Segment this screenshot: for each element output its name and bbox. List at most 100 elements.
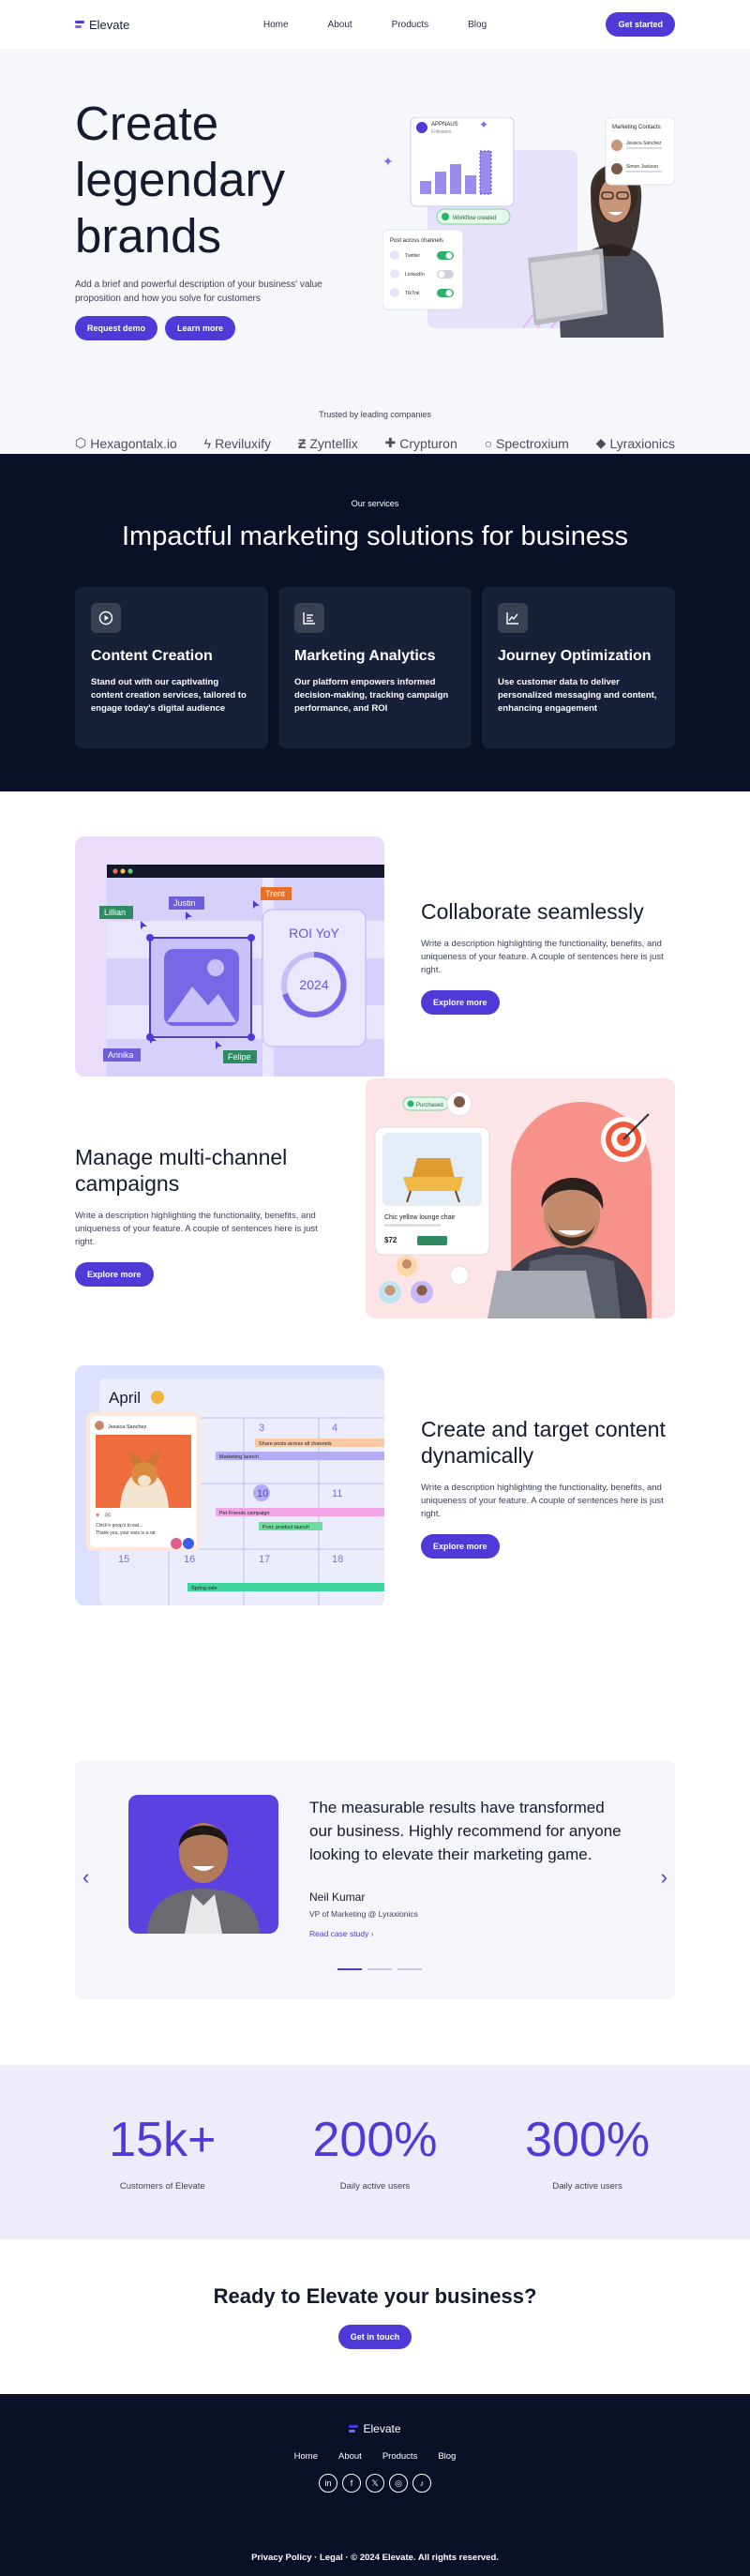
footer-link-products[interactable]: Products: [382, 2451, 418, 2462]
read-case-study-label: Read case study: [309, 1929, 369, 1938]
line-chart-icon: [498, 603, 528, 633]
footer-link-blog[interactable]: Blog: [438, 2451, 456, 2462]
product-name: Chic yellow lounge chair: [384, 1214, 456, 1221]
logo-spectroxium: ○ Spectroxium: [485, 435, 569, 451]
post-caption: Chick'n poop's to eat...: [96, 1523, 142, 1529]
testimonial-role: VP of Marketing @ Lyraxionics: [309, 1909, 418, 1919]
facebook-icon[interactable]: f: [342, 2474, 361, 2493]
feature-collaborate: ROI YoY 2024 Justin Trent Lillian Annika…: [0, 791, 750, 1078]
logo-hexagontalx: ⬡ Hexagontalx.io: [75, 435, 177, 451]
request-demo-button[interactable]: Request demo: [75, 316, 158, 340]
cta-section: Ready to Elevate your business? Get in t…: [0, 2239, 750, 2394]
chevron-right-small-icon: ›: [370, 1929, 374, 1938]
nav-link-products[interactable]: Products: [392, 20, 428, 30]
logo-zyntellix: Ƶ Zyntellix: [298, 435, 358, 451]
carousel-dot-1[interactable]: [338, 1968, 362, 1970]
tag-lillian: Lillian: [104, 908, 126, 917]
diamond-icon: ◆: [595, 435, 607, 450]
logo-zyntellix-text: Zyntellix: [309, 435, 358, 451]
feature-multichannel: Manage multi-channel campaigns Write a d…: [0, 1078, 750, 1365]
rocket-icon: [449, 1265, 470, 1286]
nav-link-about[interactable]: About: [328, 20, 352, 30]
service-card-title: Marketing Analytics: [294, 648, 436, 664]
purchased-label: Purchased: [416, 1103, 443, 1108]
channel-tiktok: TikTok: [405, 291, 420, 296]
feature-title: Collaborate seamlessly: [421, 899, 644, 924]
testimonial-section: ‹ › The measurable results have transfor…: [0, 1690, 750, 2065]
stat-label: Customers of Elevate: [119, 2181, 205, 2192]
brand-logo[interactable]: Elevate: [75, 18, 129, 32]
collaborate-illustration: ROI YoY 2024 Justin Trent Lillian Annika…: [75, 836, 384, 1077]
logo-lyraxionics-text: Lyraxionics: [609, 435, 675, 451]
stat-item: 15k+ Customers of Elevate: [68, 2065, 256, 2239]
service-card-content-creation: Content Creation Stand out with our capt…: [75, 587, 268, 748]
list-chart-icon: [294, 603, 324, 633]
post-reply: Thank you, your ears is a rat: [96, 1530, 156, 1536]
channels-card-title: Post across channels: [390, 238, 443, 244]
chevron-right-icon[interactable]: ›: [661, 1865, 668, 1890]
nav-link-home[interactable]: Home: [263, 20, 289, 30]
feature-text: Write a description highlighting the fun…: [421, 939, 664, 975]
read-case-study-link[interactable]: Read case study ›: [309, 1929, 374, 1938]
sun-icon: [151, 1391, 164, 1404]
roi-widget: ROI YoY 2024: [262, 909, 367, 1047]
calendar-event-label: Share posts across all channels: [259, 1441, 332, 1447]
nav-link-blog[interactable]: Blog: [468, 20, 487, 30]
logo-crypturon-text: Crypturon: [399, 435, 458, 451]
laptop-image-2: [488, 1271, 595, 1318]
followers-card: APPNAUS Followers: [410, 117, 515, 207]
service-card-text: Stand out with our captivating content c…: [91, 677, 247, 714]
get-started-button[interactable]: Get started: [606, 12, 675, 37]
footer: Elevate Home About Products Blog in f 𝕏 …: [0, 2394, 750, 2576]
channel-twitter: Twitter: [405, 253, 420, 259]
calendar-day: 15: [118, 1554, 129, 1565]
cta-title: Ready to Elevate your business?: [213, 2284, 537, 2308]
footer-link-about[interactable]: About: [338, 2451, 362, 2462]
learn-more-button[interactable]: Learn more: [165, 316, 236, 340]
chevron-left-icon[interactable]: ‹: [82, 1865, 89, 1890]
stat-value: 15k+: [109, 2113, 217, 2167]
product-card: Chic yellow lounge chair $72: [374, 1126, 490, 1256]
hero-section: Create legendary brands Add a brief and …: [0, 49, 750, 454]
like-icon[interactable]: ♥: [96, 1513, 99, 1519]
instagram-icon[interactable]: ◎: [389, 2474, 408, 2493]
explore-more-button[interactable]: Explore more: [75, 1262, 154, 1287]
footer-link-home[interactable]: Home: [294, 2451, 318, 2462]
calendar-month: April: [109, 1389, 141, 1407]
product-status-badge: [417, 1236, 447, 1245]
carousel-dot-2[interactable]: [368, 1968, 392, 1970]
footer-logo[interactable]: Elevate: [0, 2422, 750, 2435]
tag-justin: Justin: [173, 898, 196, 908]
social-post-card: Jessica Sanchez ♥ ✉ Chick'n poop's to ea…: [86, 1412, 201, 1551]
services-title: Impactful marketing solutions for busine…: [122, 521, 628, 551]
get-in-touch-button[interactable]: Get in touch: [338, 2325, 412, 2349]
hero-illustration: APPNAUS Followers ✦ ✦ Workflow created P…: [382, 117, 675, 338]
channel-linkedin: LinkedIn: [405, 272, 425, 278]
services-eyebrow: Our services: [351, 499, 399, 508]
partner-logos: ⬡ Hexagontalx.io ϟ Reviluxify Ƶ Zyntellix ✚…: [75, 435, 675, 451]
calendar-event-label: Spring sale: [191, 1586, 218, 1591]
linkedin-icon[interactable]: in: [319, 2474, 338, 2493]
footer-legal: Privacy Policy · Legal · © 2024 Elevate.…: [251, 2553, 499, 2563]
instagram-icon: [171, 1538, 182, 1549]
comment-icon[interactable]: ✉: [105, 1513, 111, 1519]
explore-more-button[interactable]: Explore more: [421, 1534, 500, 1559]
logo-reviluxify-text: Reviluxify: [215, 435, 271, 451]
tag-trent: Trent: [265, 889, 285, 898]
stat-label: Daily active users: [339, 2181, 411, 2192]
stat-label: Daily active users: [552, 2181, 622, 2192]
logo-reviluxify: ϟ Reviluxify: [204, 435, 271, 451]
laptop-image: [528, 249, 608, 325]
x-icon[interactable]: 𝕏: [366, 2474, 384, 2493]
service-card-title: Journey Optimization: [498, 648, 652, 664]
carousel-dot-3[interactable]: [398, 1968, 422, 1970]
explore-more-button[interactable]: Explore more: [421, 990, 500, 1015]
calendar-day: 16: [184, 1554, 195, 1565]
product-price: $72: [384, 1236, 398, 1244]
tiktok-icon[interactable]: ♪: [412, 2474, 431, 2493]
logo-lyraxionics: ◆ Lyraxionics: [596, 435, 675, 451]
service-card-text: Our platform empowers informed decision-…: [294, 677, 449, 714]
top-nav: Elevate Home About Products Blog Get sta…: [0, 0, 750, 49]
channels-card: Post across channels Twitter LinkedIn Ti…: [382, 229, 464, 310]
ring-icon: ○: [484, 435, 493, 451]
